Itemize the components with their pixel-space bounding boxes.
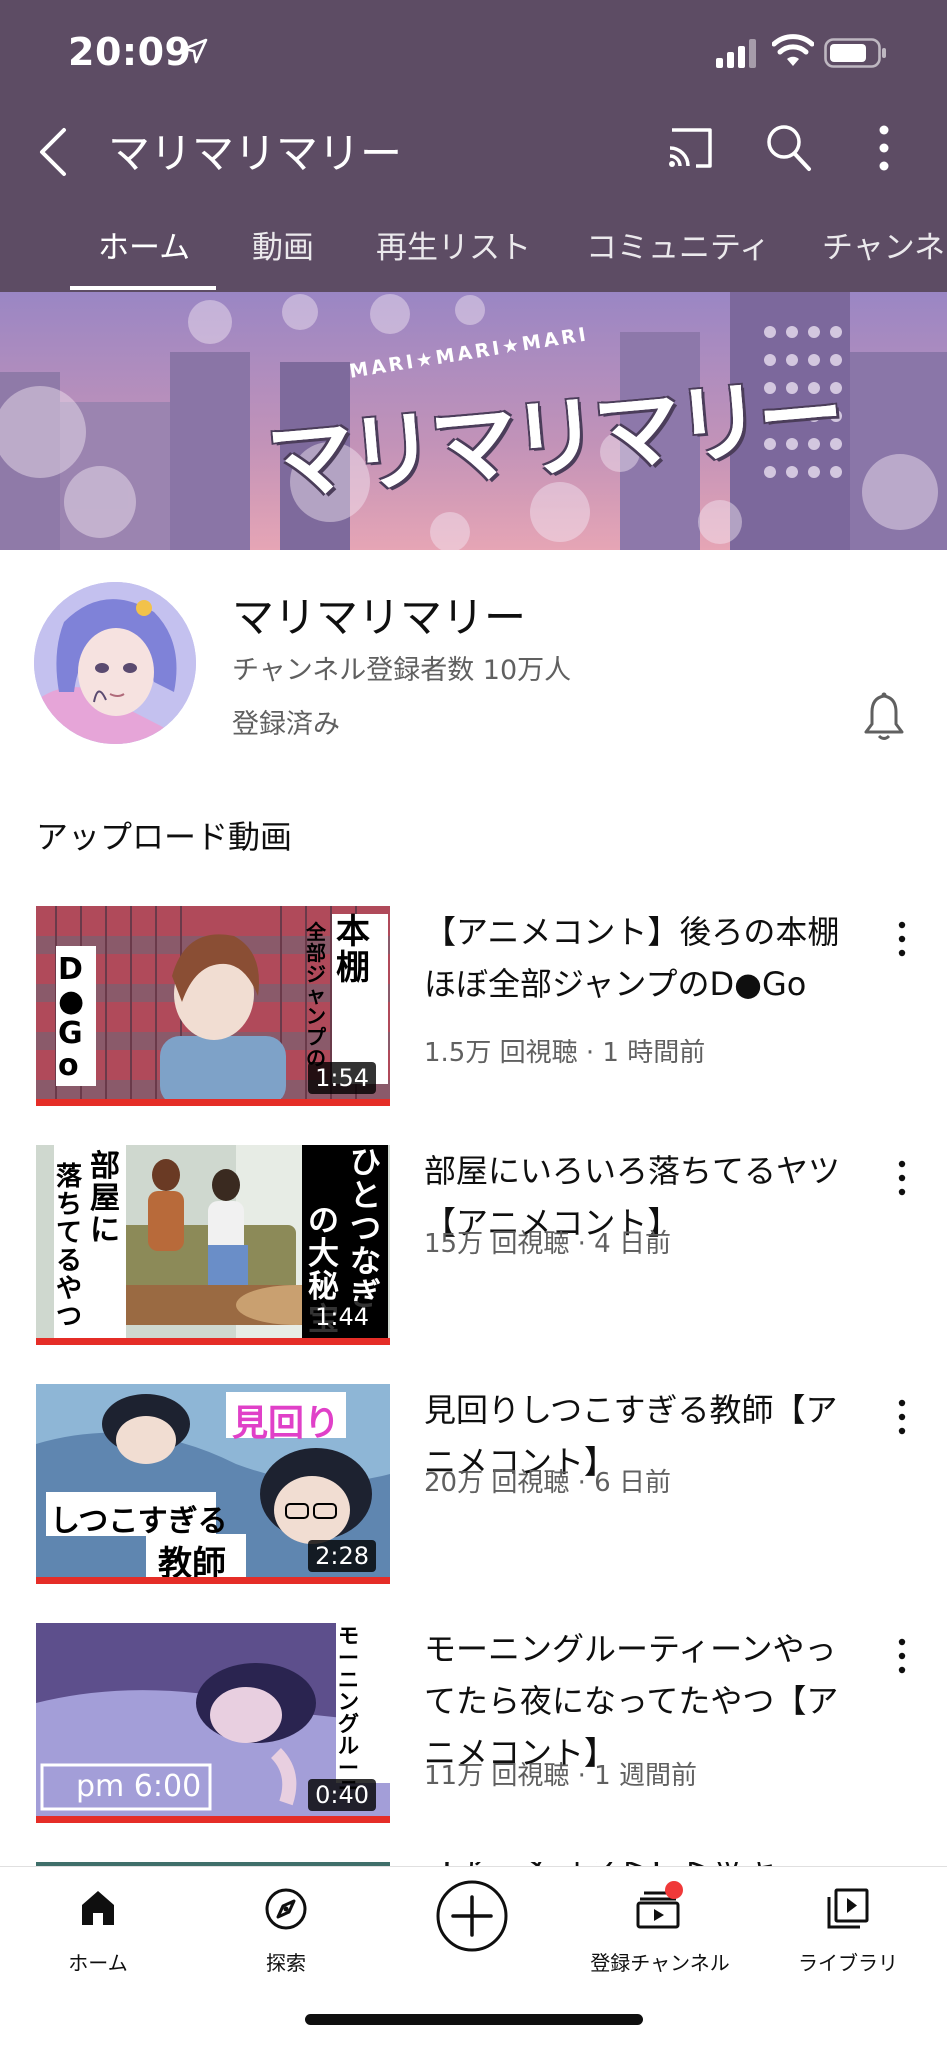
thumb-caption-right: モーニングルーテ xyxy=(338,1624,359,1801)
tab-home[interactable]: ホーム xyxy=(98,222,190,267)
more-vert-icon[interactable] xyxy=(872,122,896,174)
nav-label: 登録チャンネル xyxy=(590,1951,730,1975)
home-icon xyxy=(82,1891,114,1925)
channel-avatar[interactable] xyxy=(34,582,196,744)
status-time: 20:09 xyxy=(68,30,192,74)
nav-label: 探索 xyxy=(266,1951,306,1975)
video-meta: 11万 回視聴 · 1 週間前 xyxy=(424,1761,697,1791)
watched-progress-bar xyxy=(36,1099,390,1106)
notification-bell-icon[interactable] xyxy=(862,692,906,742)
video-duration: 0:40 xyxy=(308,1779,376,1811)
video-thumbnail[interactable]: D●Go 本棚 全部ジャンプの 1:54 xyxy=(36,906,390,1106)
cellular-signal-icon xyxy=(716,39,756,68)
channel-tabs: ホーム 動画 再生リスト コミュニティ チャンネ xyxy=(0,216,947,292)
thumb-caption-top: 見回り xyxy=(232,1403,341,1444)
subscribe-status[interactable]: 登録済み xyxy=(232,702,340,741)
tab-videos[interactable]: 動画 xyxy=(252,222,314,267)
library-icon xyxy=(827,1888,869,1929)
subscriptions-icon xyxy=(636,1881,683,1929)
video-more-icon[interactable] xyxy=(896,920,908,958)
thumb-caption-clock: pm 6:00 xyxy=(76,1769,202,1804)
battery-icon xyxy=(824,38,886,68)
nav-label: ライブラリ xyxy=(798,1951,898,1975)
compass-icon xyxy=(265,1888,307,1930)
page-title: マリマリマリー xyxy=(108,129,403,178)
location-arrow-icon xyxy=(182,38,208,64)
app-bar: マリマリマリー xyxy=(0,106,947,216)
video-more-icon[interactable] xyxy=(896,1398,908,1436)
thumb-caption-right: 本棚 xyxy=(336,912,370,988)
thumb-caption-mid: しつこすぎる xyxy=(50,1504,228,1539)
video-meta: 1.5万 回視聴 · 1 時間前 xyxy=(424,1038,706,1068)
watched-progress-bar xyxy=(36,1577,390,1584)
nav-subscriptions[interactable]: 登録チャンネル xyxy=(570,1867,750,1987)
status-bar: 20:09 xyxy=(0,0,947,106)
watched-progress-bar xyxy=(36,1338,390,1345)
channel-banner: MARI★MARI★MARI マリマリマリー xyxy=(0,292,947,550)
nav-library[interactable]: ライブラリ xyxy=(758,1867,938,1987)
create-plus-icon xyxy=(436,1880,508,1952)
uploads-section-title: アップロード動画 xyxy=(36,818,293,856)
video-meta: 15万 回視聴 · 4 日前 xyxy=(424,1229,671,1259)
nav-create[interactable] xyxy=(382,1867,562,1987)
thumb-caption-left: D●Go xyxy=(58,952,85,1083)
tab-community[interactable]: コミュニティ xyxy=(586,222,770,267)
video-item[interactable]: D●Go 本棚 全部ジャンプの 1:54 【アニメコント】後ろの本棚ほぼ全部ジャ… xyxy=(0,906,947,1106)
video-duration: 1:54 xyxy=(308,1062,376,1094)
thumb-caption-right-sub: 全部ジャンプの xyxy=(306,920,326,1070)
channel-name: マリマリマリー xyxy=(232,593,527,642)
nav-label: ホーム xyxy=(68,1951,128,1975)
thumb-caption-left-sub: 落ちてるやつ xyxy=(56,1162,83,1332)
video-thumbnail[interactable]: 部屋に 落ちてるやつ ひとつなぎ の大秘宝 1:44 xyxy=(36,1145,390,1345)
back-arrow-icon[interactable] xyxy=(34,124,74,180)
video-thumbnail[interactable]: モーニングルーテ pm 6:00 0:40 xyxy=(36,1623,390,1823)
video-item[interactable]: モーニングルーテ pm 6:00 0:40 モーニングルーティーンやってたら夜に… xyxy=(0,1623,947,1823)
subscriber-count: チャンネル登録者数 10万人 xyxy=(232,655,572,686)
video-item[interactable]: 見回り しつこすぎる 教師 2:28 見回りしつこすぎる教師【アニメコント】 2… xyxy=(0,1384,947,1584)
active-tab-indicator xyxy=(70,286,216,290)
video-more-icon[interactable] xyxy=(896,1159,908,1197)
home-indicator xyxy=(305,2014,643,2025)
video-duration: 2:28 xyxy=(308,1540,376,1572)
nav-home[interactable]: ホーム xyxy=(8,1867,188,1987)
video-meta: 20万 回視聴 · 6 日前 xyxy=(424,1468,671,1498)
video-more-icon[interactable] xyxy=(896,1637,908,1675)
search-icon[interactable] xyxy=(764,122,812,172)
wifi-icon xyxy=(772,34,814,66)
video-duration: 1:44 xyxy=(308,1301,376,1333)
tab-channels[interactable]: チャンネ xyxy=(822,222,945,267)
thumb-caption-left: 部屋に xyxy=(90,1149,120,1248)
thumb-caption-right: ひとつなぎ xyxy=(350,1145,381,1313)
cast-icon[interactable] xyxy=(666,126,714,170)
nav-explore[interactable]: 探索 xyxy=(196,1867,376,1987)
tab-playlists[interactable]: 再生リスト xyxy=(376,222,531,267)
channel-header: 20:09 マリマリマリー ホーム 動画 再生リスト コミュニティ チャンネ xyxy=(0,0,947,292)
video-title[interactable]: 【アニメコント】後ろの本棚ほぼ全部ジャンプのD●Go xyxy=(424,906,844,1010)
video-thumbnail[interactable]: 見回り しつこすぎる 教師 2:28 xyxy=(36,1384,390,1584)
video-item[interactable]: 部屋に 落ちてるやつ ひとつなぎ の大秘宝 1:44 部屋にいろいろ落ちてるヤツ… xyxy=(0,1145,947,1345)
watched-progress-bar xyxy=(36,1816,390,1823)
